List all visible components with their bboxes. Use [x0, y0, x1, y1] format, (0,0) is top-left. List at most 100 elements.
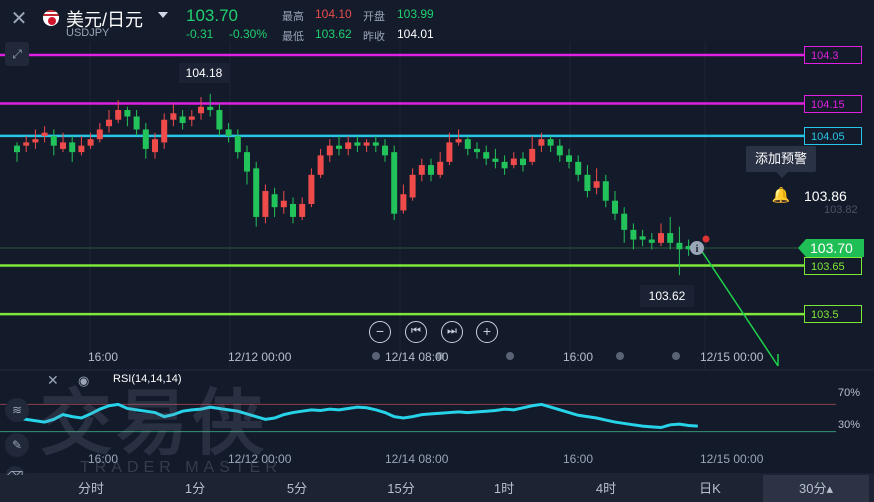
candle-body	[299, 203, 306, 217]
low-callout: 103.62	[640, 285, 694, 307]
current-price-tag: 103.70	[798, 239, 864, 257]
candle-body	[78, 145, 85, 153]
candle-body	[382, 145, 388, 156]
period-tab[interactable]: 1分	[164, 475, 226, 502]
period-tab[interactable]: 15分	[370, 475, 432, 502]
candle-body	[234, 135, 241, 153]
candle-body	[612, 200, 618, 214]
candle-body	[593, 181, 600, 188]
candle-body	[124, 110, 131, 117]
skip-start-button[interactable]: ⏮	[405, 321, 427, 343]
candle-body	[198, 106, 204, 114]
candle-body	[317, 155, 324, 175]
candle-body	[290, 203, 296, 217]
rsi-x-tick: 16:00	[563, 452, 594, 466]
line-price-tag: 103.65	[804, 256, 862, 275]
period-tab[interactable]: 5分	[266, 475, 328, 502]
rsi-label: RSI(14,14,14)	[113, 373, 182, 385]
candle-body	[372, 142, 379, 146]
candle-body	[106, 119, 112, 127]
alert-sub-price: 103.82	[824, 204, 858, 216]
candle-body	[483, 152, 490, 159]
horizontal-lines	[0, 53, 804, 316]
x-tick: 16:00	[563, 350, 594, 364]
timeline-dot	[672, 352, 680, 360]
add-alert-tooltip[interactable]: 添加预警	[746, 146, 816, 178]
timeline-dot	[372, 352, 380, 360]
candle-body	[529, 148, 536, 162]
draw-tool-icon[interactable]: ⤢	[5, 42, 29, 66]
candle-body	[510, 158, 517, 166]
line-price-tag: 104.05	[804, 126, 862, 145]
candle-body	[363, 142, 370, 146]
zoom-in-button[interactable]: +	[476, 321, 498, 343]
period-tab[interactable]: 分时	[60, 475, 122, 502]
timeline-dot	[616, 352, 624, 360]
candle-body	[60, 142, 66, 149]
candle-body	[170, 113, 177, 120]
candle-body	[630, 229, 637, 240]
candle-body	[602, 181, 609, 201]
zoom-out-button[interactable]: −	[369, 321, 391, 343]
candle-body	[446, 142, 453, 162]
candle-body	[216, 110, 223, 130]
line-price-tag: 104.3	[804, 45, 862, 64]
candle-body	[428, 165, 434, 175]
candle-body	[253, 168, 260, 217]
candle-body	[391, 152, 398, 214]
eye-icon[interactable]: ◉	[78, 373, 94, 388]
line-price-tag: 103.5	[804, 305, 862, 324]
candle-body	[520, 158, 526, 166]
period-bar: 分时 1分 5分 15分 1时 4时 日K 30分▴	[0, 475, 874, 502]
candle-body	[584, 174, 591, 191]
candle-body	[308, 174, 315, 204]
rsi-x-tick: 12/14 08:00	[385, 452, 449, 466]
period-tab[interactable]: 日K	[679, 475, 741, 502]
candle-body	[32, 139, 39, 143]
candle-body	[179, 116, 186, 123]
candle-body	[262, 191, 269, 217]
candle-body	[418, 165, 425, 175]
candle-body	[207, 106, 214, 111]
alert-price: 103.86	[804, 188, 847, 204]
candle-body	[50, 135, 57, 146]
x-tick: 12/14 08:00	[385, 350, 449, 364]
candle-body	[354, 142, 361, 146]
candle-body	[326, 145, 333, 156]
signal-dot	[702, 235, 710, 243]
candle-body	[676, 242, 683, 250]
candle-body	[345, 142, 352, 149]
candle-body	[538, 139, 545, 146]
candle-body	[96, 129, 103, 140]
candle-body	[23, 142, 30, 146]
candle-body	[455, 139, 462, 143]
candle-body	[492, 158, 499, 162]
x-tick: 12/15 00:00	[700, 350, 764, 364]
candle-body	[133, 116, 140, 130]
skip-end-button[interactable]: ⏭	[441, 321, 463, 343]
pencil-icon[interactable]: ✎	[5, 433, 29, 457]
candle-body	[188, 116, 195, 120]
candle-body	[474, 148, 480, 153]
candle-body	[115, 110, 122, 120]
candle-body	[142, 129, 149, 149]
line-price-tag: 104.15	[804, 94, 862, 113]
candle-body	[161, 119, 168, 143]
candle-body	[566, 155, 572, 162]
rsi-level-70: 70%	[838, 387, 861, 399]
period-tab-active[interactable]: 30分▴	[763, 475, 869, 502]
close-icon[interactable]: ✕	[47, 372, 59, 389]
candle-body	[41, 132, 48, 136]
candle-body	[69, 142, 76, 153]
bell-icon[interactable]: 🔔	[770, 186, 792, 208]
candle-body	[621, 213, 628, 230]
period-tab[interactable]: 4时	[575, 475, 637, 502]
candle-body	[409, 174, 416, 198]
period-tab[interactable]: 1时	[473, 475, 535, 502]
candle-body	[575, 161, 582, 175]
x-tick: 12/12 00:00	[228, 350, 292, 364]
candle-body	[648, 239, 655, 243]
candle-body	[501, 161, 508, 169]
candle-body	[639, 236, 646, 240]
indicator-icon[interactable]: ≋	[5, 398, 29, 422]
